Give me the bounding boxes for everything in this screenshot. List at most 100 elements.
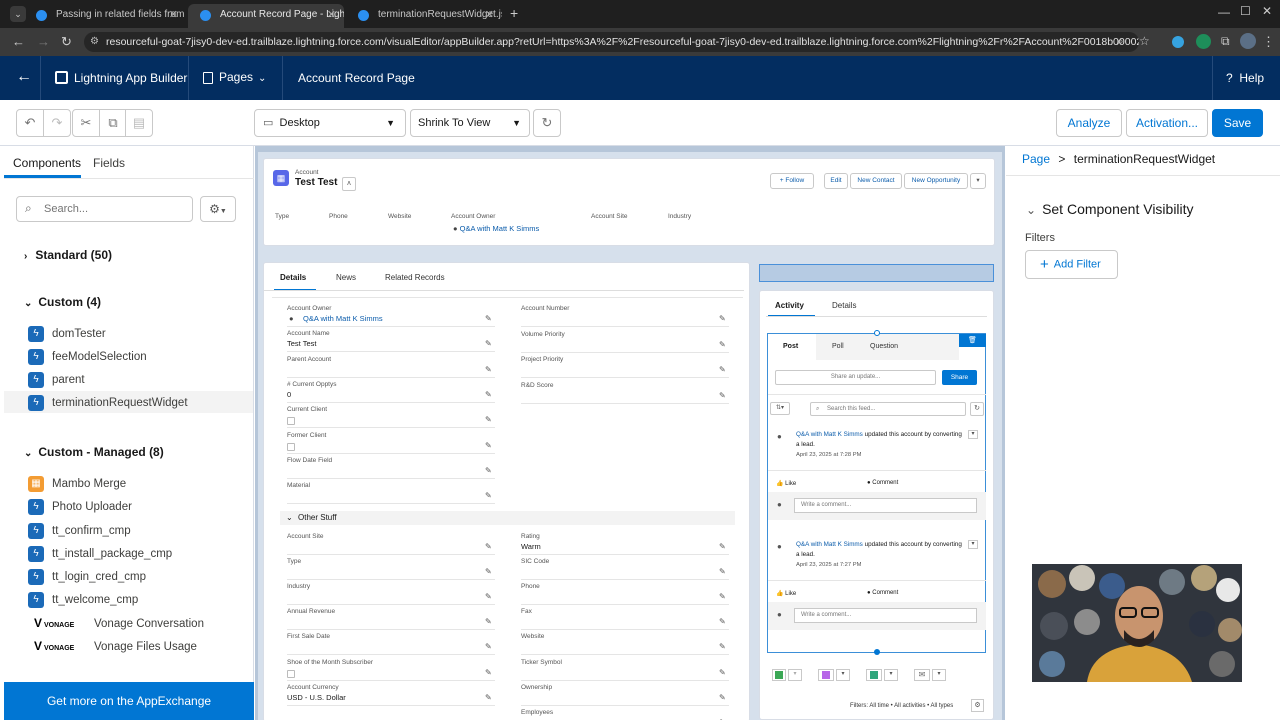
component-vonage-conversation[interactable]: V VONAGE Vonage Conversation [34,613,204,633]
edit-pencil-icon[interactable]: ✎ [485,314,492,323]
edit-pencil-icon[interactable]: ✎ [485,365,492,374]
close-icon[interactable]: ✕ [485,4,494,26]
tab-fields[interactable]: Fields [93,156,125,170]
edit-pencil-icon[interactable]: ✎ [719,567,726,576]
tab-details[interactable]: Details [280,273,306,282]
settings-gear-icon[interactable]: ⚙▼ [200,196,236,222]
caret-down-icon[interactable]: ▾ [836,669,850,681]
component-vonage-files[interactable]: V VONAGE Vonage Files Usage [34,636,197,656]
email-icon[interactable]: ✉ [914,669,930,681]
browser-tab-2[interactable]: Account Record Page - Lightnin ✕ [188,4,344,28]
resize-handle-icon[interactable] [874,649,880,655]
follow-button[interactable]: + Follow [770,173,814,189]
back-icon[interactable]: ← [12,34,25,49]
post-menu-icon[interactable]: ▾ [968,430,978,439]
edit-pencil-icon[interactable]: ✎ [485,592,492,601]
feed-author-link[interactable]: Q&A with Matt K Simms [796,541,863,548]
browser-tab-1[interactable]: Passing in related fields from l ✕ [24,4,186,28]
component-tt-login-cred[interactable]: ϟ tt_login_cred_cmp [28,567,146,587]
chatter-feed-component[interactable]: 🗑 Post Poll Question Share an update... … [767,333,986,653]
close-icon[interactable]: ✕ [169,4,178,26]
component-feemodelselection[interactable]: ϟ feeModelSelection [28,347,147,367]
edit-pencil-icon[interactable]: ✎ [485,339,492,348]
refresh-feed-icon[interactable]: ↻ [970,402,984,416]
search-input[interactable]: ⌕ Search... [16,196,193,222]
new-contact-button[interactable]: New Contact [850,173,902,189]
filter-settings-icon[interactable]: ⚙ [971,699,984,712]
undo-icon[interactable]: ↶ [16,109,44,137]
edit-pencil-icon[interactable]: ✎ [719,340,726,349]
browser-tab-3[interactable]: terminationRequestWidget.js- ✕ [346,4,502,28]
caret-down-icon[interactable]: ▾ [884,669,898,681]
component-tt-confirm[interactable]: ϟ tt_confirm_cmp [28,521,131,541]
device-select[interactable]: ▭ Desktop ▼ [254,109,406,137]
comment-button[interactable]: ● Comment [867,480,898,486]
refresh-icon[interactable]: ↻ [533,109,561,137]
edit-pencil-icon[interactable]: ✎ [719,365,726,374]
feed-author-link[interactable]: Q&A with Matt K Simms [796,431,863,438]
activity-card[interactable]: Activity Details 🗑 Post Poll Question Sh… [759,290,994,720]
appexchange-link[interactable]: Get more on the AppExchange [4,682,254,720]
edit-pencil-icon[interactable]: ✎ [719,391,726,400]
copy-icon[interactable]: ⧉ [99,109,127,137]
add-filter-button[interactable]: + Add Filter [1025,250,1118,279]
paste-icon[interactable]: ▤ [125,109,153,137]
new-event-icon[interactable] [818,669,834,681]
tab-question[interactable]: Question [870,343,898,350]
owner-link[interactable]: ● Q&A with Matt K Simms [453,224,539,233]
edit-pencil-icon[interactable]: ✎ [485,617,492,626]
managed-section[interactable]: ⌄ Custom - Managed (8) [24,445,164,459]
feed-search-input[interactable]: ⌕ Search this feed... [810,402,966,416]
profile-extension-icon[interactable] [1196,34,1211,49]
resize-handle-icon[interactable] [874,330,880,336]
back-arrow-icon[interactable]: ← [16,68,32,86]
post-menu-icon[interactable]: ▾ [968,540,978,549]
tab-activity-details[interactable]: Details [832,301,856,310]
site-info-icon[interactable]: ⚙ [90,32,99,52]
edit-pencil-icon[interactable]: ✎ [719,642,726,651]
zoom-icon[interactable]: ⌕ [1117,34,1124,49]
custom-section[interactable]: ⌄ Custom (4) [24,295,101,309]
window-close-icon[interactable]: ✕ [1262,4,1272,18]
forward-icon[interactable]: → [37,34,50,49]
caret-down-icon[interactable]: ▾ [932,669,946,681]
edit-button[interactable]: Edit [824,173,848,189]
component-tt-welcome[interactable]: ϟ tt_welcome_cmp [28,590,138,610]
maximize-icon[interactable]: ☐ [1240,4,1251,18]
activation-button[interactable]: Activation... [1126,109,1208,137]
avatar[interactable] [1240,33,1256,49]
field-checkbox[interactable] [287,442,295,451]
browser-menu-icon[interactable]: ⋮ [1262,34,1275,50]
section-other-stuff[interactable]: ⌄ Other Stuff [280,511,735,525]
record-highlights-panel[interactable]: ▦ Account Test Test ᴧ + Follow Edit New … [263,158,995,246]
edit-pencil-icon[interactable]: ✎ [485,390,492,399]
comment-button[interactable]: ● Comment [867,590,898,596]
component-photo-uploader[interactable]: ϟ Photo Uploader [28,497,132,517]
tab-news[interactable]: News [336,273,356,282]
reload-icon[interactable]: ↻ [61,34,72,50]
new-task-icon[interactable] [866,669,882,681]
more-actions-icon[interactable]: ▾ [970,173,986,189]
delete-component-icon[interactable]: 🗑 [959,334,986,347]
field-checkbox[interactable] [287,669,295,678]
write-comment-input[interactable]: Write a comment... [794,608,977,623]
edit-pencil-icon[interactable]: ✎ [719,542,726,551]
edit-pencil-icon[interactable]: ✎ [485,542,492,551]
record-details-card[interactable]: Details News Related Records Account Own… [263,262,750,720]
edit-pencil-icon[interactable]: ✎ [719,693,726,702]
extensions-puzzle-icon[interactable]: ⧉ [1221,34,1230,49]
tab-post[interactable]: Post [783,343,798,350]
new-opportunity-button[interactable]: New Opportunity [904,173,968,189]
edit-pencil-icon[interactable]: ✎ [485,668,492,677]
breadcrumb-page-link[interactable]: Page [1022,152,1050,166]
edit-pencil-icon[interactable]: ✎ [485,693,492,702]
bookmark-star-icon[interactable]: ☆ [1139,34,1150,48]
edit-pencil-icon[interactable]: ✎ [719,592,726,601]
edit-pencil-icon[interactable]: ✎ [719,617,726,626]
tab-components[interactable]: Components [13,156,81,170]
edit-pencil-icon[interactable]: ✎ [485,466,492,475]
new-tab-icon[interactable]: + [510,5,518,21]
tab-related-records[interactable]: Related Records [385,273,445,282]
save-button[interactable]: Save [1212,109,1263,137]
edit-pencil-icon[interactable]: ✎ [485,415,492,424]
